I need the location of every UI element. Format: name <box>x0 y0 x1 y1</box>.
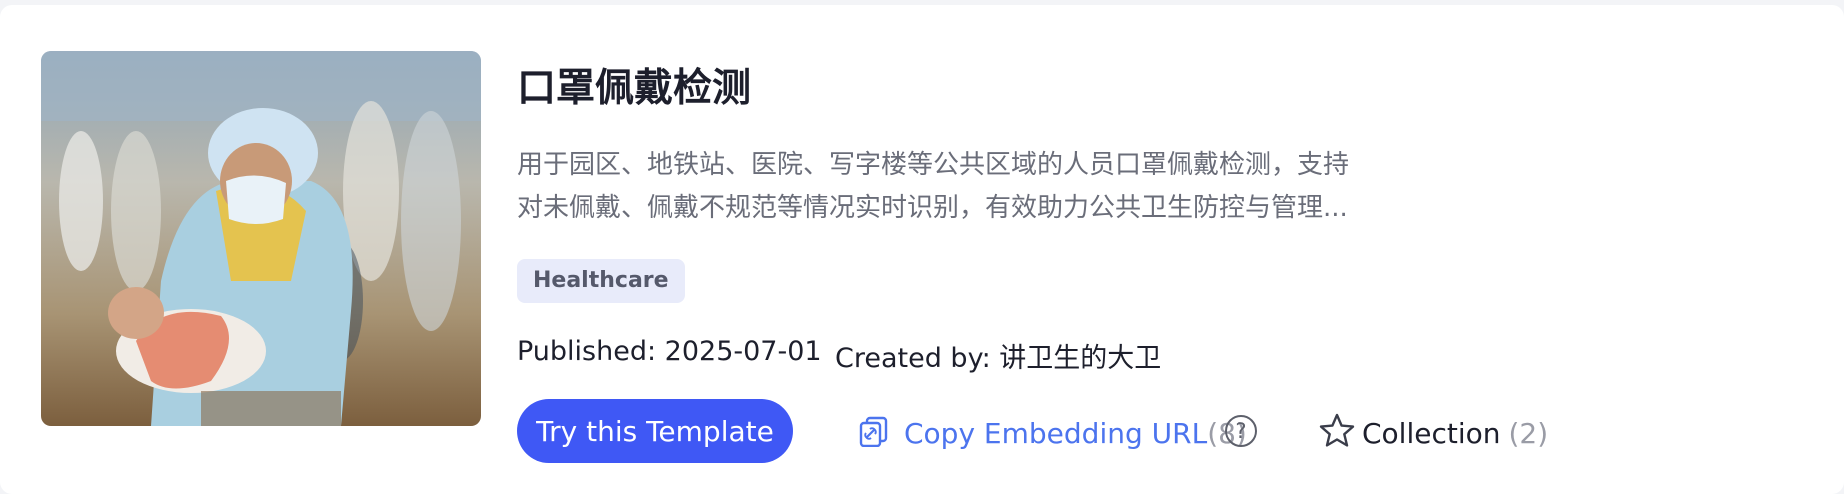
created-by: Created by: 讲卫生的大卫 <box>835 343 1162 374</box>
category-tag[interactable]: Healthcare <box>517 259 685 303</box>
copy-embedding-url-button[interactable]: Copy Embedding URL (8) <box>858 413 1247 453</box>
template-card: 口罩佩戴检测 用于园区、地铁站、医院、写字楼等公共区域的人员口罩佩戴检测，支持 … <box>0 5 1844 494</box>
link-copy-icon <box>858 415 890 451</box>
try-template-button[interactable]: Try this Template <box>517 399 793 463</box>
collection-button[interactable]: Collection (2) <box>1318 411 1548 455</box>
template-title: 口罩佩戴检测 <box>517 66 752 111</box>
description-line: 对未佩戴、佩戴不规范等情况实时识别，有效助力公共卫生防控与管理... <box>517 193 1348 223</box>
collection-label: Collection <box>1362 416 1501 450</box>
template-thumbnail[interactable] <box>41 51 481 426</box>
embed-label: Copy Embedding URL <box>904 416 1208 450</box>
description-line: 用于园区、地铁站、医院、写字楼等公共区域的人员口罩佩戴检测，支持 <box>517 150 1350 180</box>
published-date: Published: 2025-07-01 <box>517 336 822 367</box>
template-description: 用于园区、地铁站、医院、写字楼等公共区域的人员口罩佩戴检测，支持 对未佩戴、佩戴… <box>517 144 1437 230</box>
collection-count: (2) <box>1508 416 1549 450</box>
thumbnail-image <box>41 51 481 426</box>
star-outline-icon <box>1318 412 1356 454</box>
question-circle-icon[interactable]: ? <box>1225 415 1257 447</box>
